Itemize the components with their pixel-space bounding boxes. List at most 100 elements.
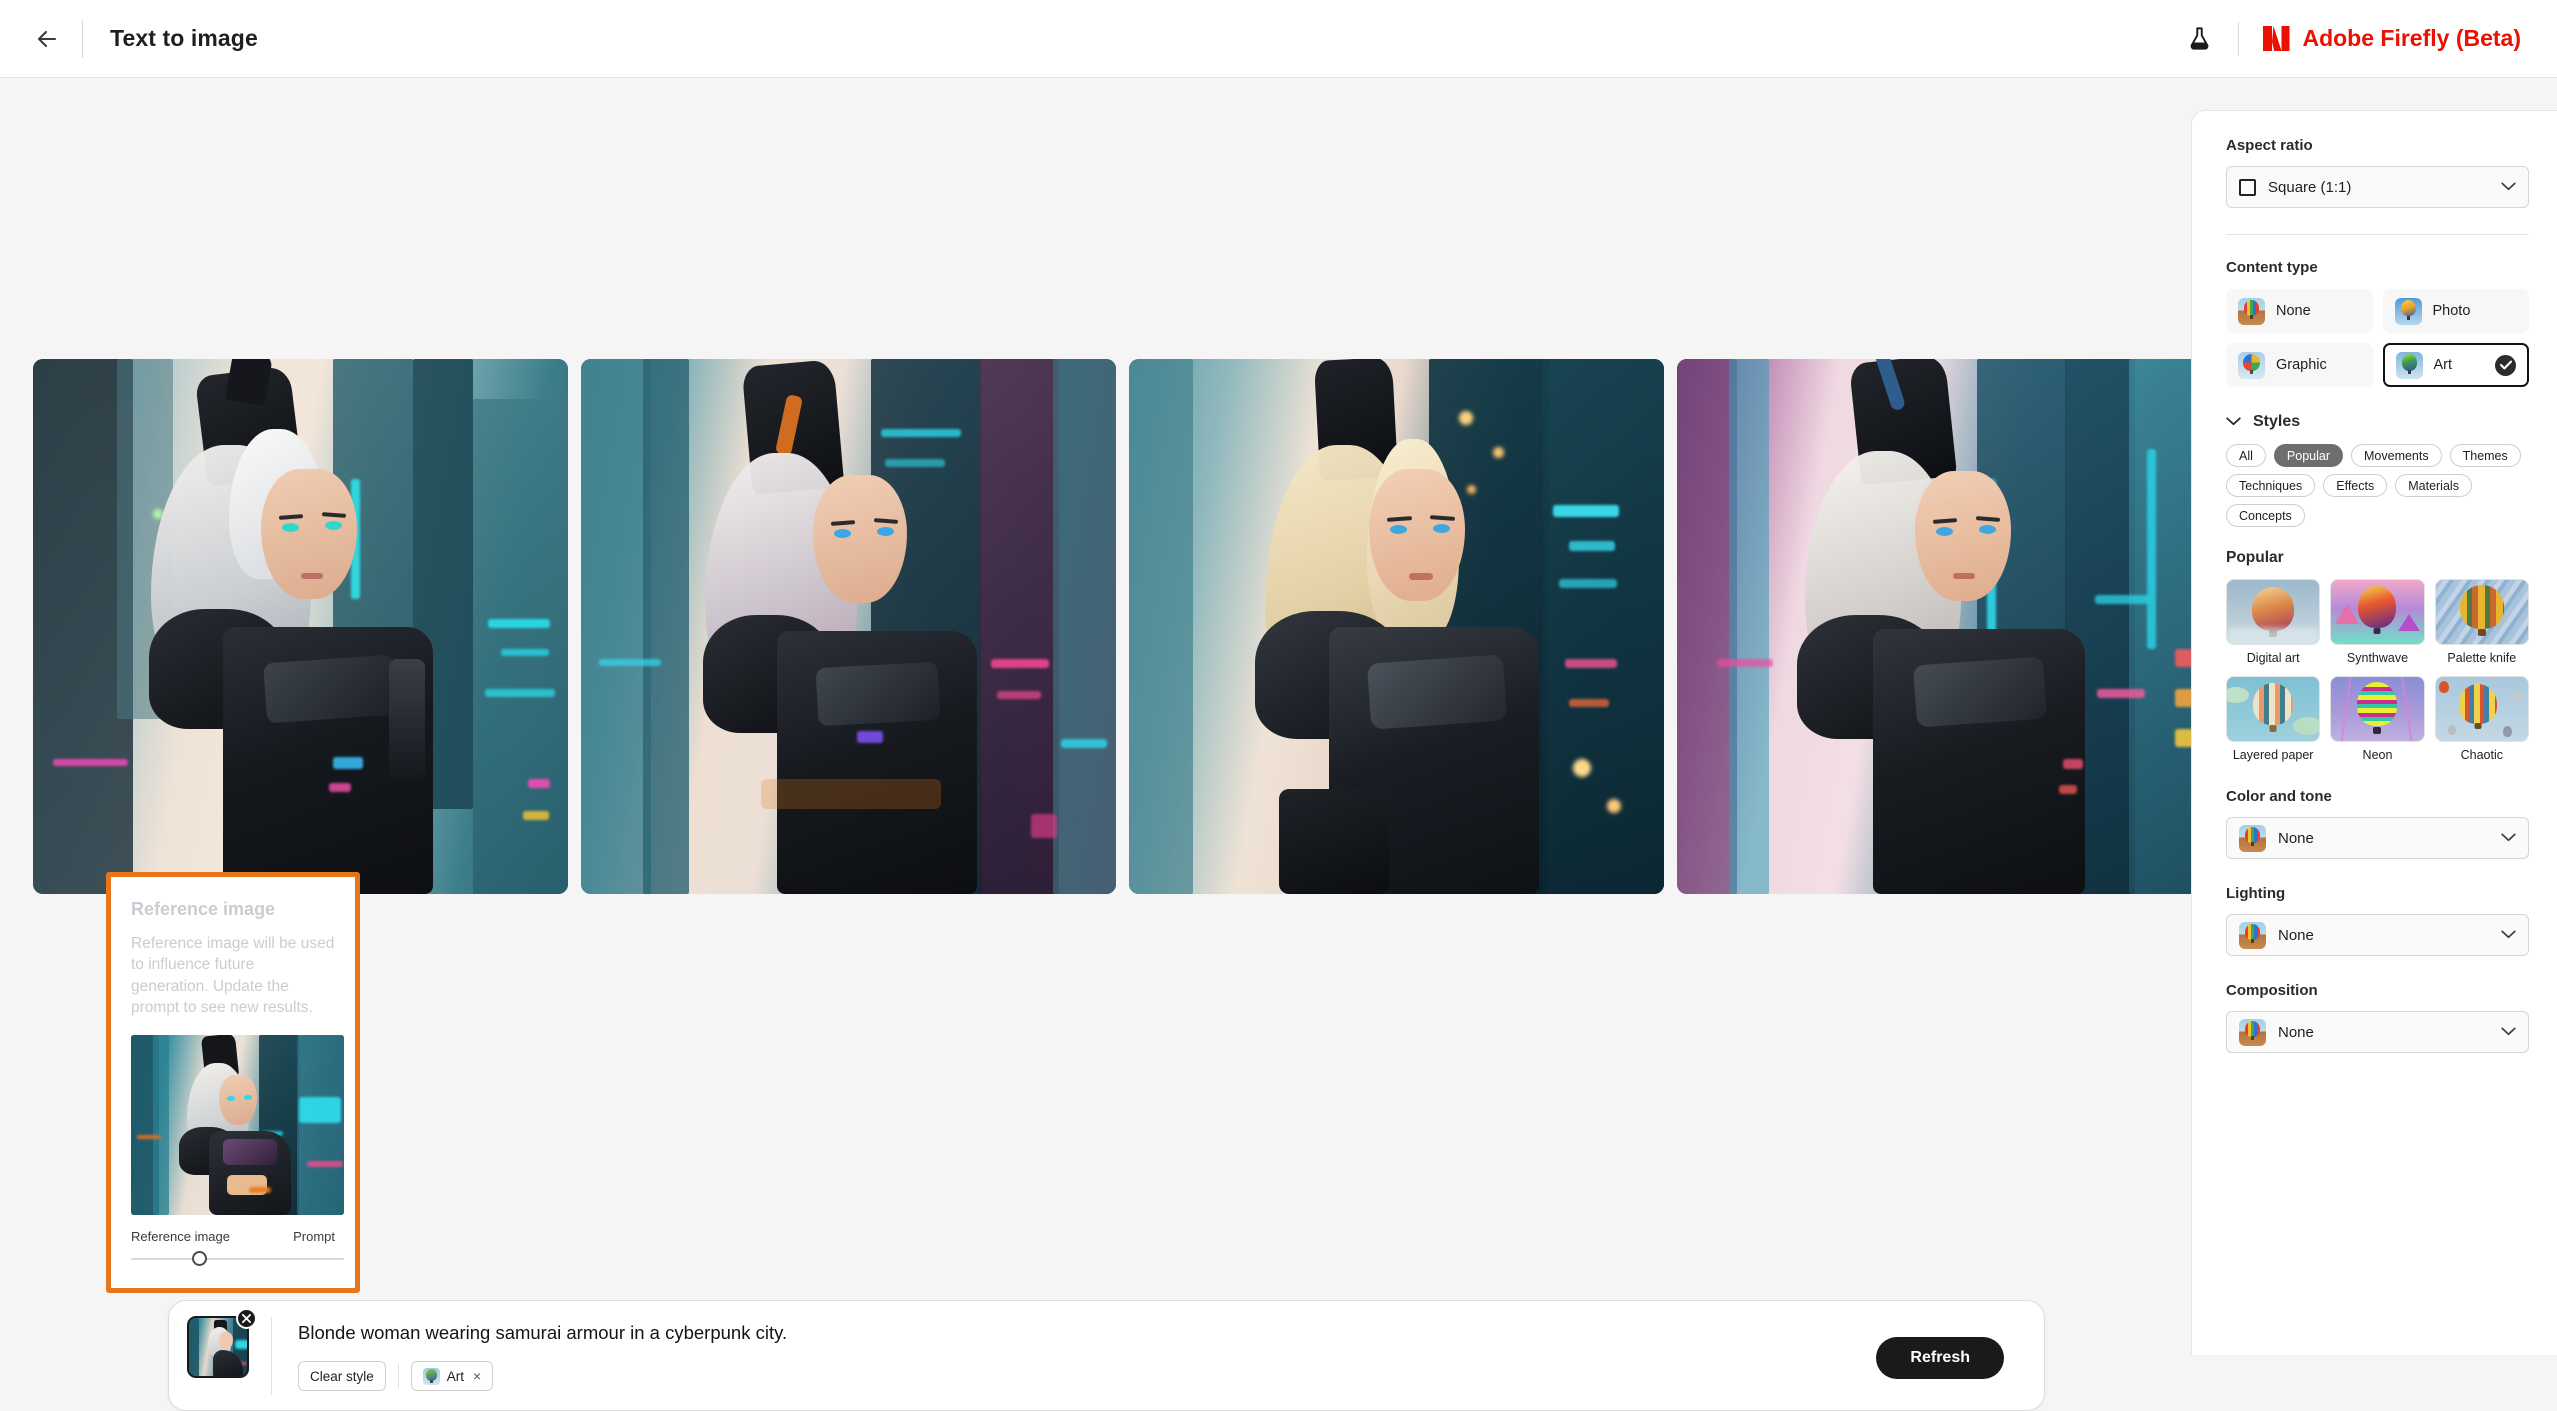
lighting-select[interactable]: None	[2226, 914, 2529, 956]
result-image-2[interactable]	[581, 359, 1116, 894]
close-icon	[242, 1314, 251, 1323]
style-filter-materials[interactable]: Materials	[2395, 474, 2472, 497]
panel-divider	[2226, 234, 2529, 235]
style-label: Palette knife	[2447, 651, 2517, 665]
styles-section: Styles All Popular Movements Themes Tech…	[2226, 413, 2529, 762]
chevron-down-icon	[2501, 1023, 2516, 1041]
aspect-ratio-label: Aspect ratio	[2226, 137, 2313, 154]
content-type-graphic[interactable]: Graphic	[2226, 343, 2373, 387]
slider-label-right: Prompt	[293, 1228, 335, 1244]
style-filter-popular[interactable]: Popular	[2273, 444, 2343, 467]
toolbar-divider	[82, 19, 83, 58]
remove-reference-button[interactable]	[236, 1308, 257, 1329]
aspect-ratio-select[interactable]: Square (1:1)	[2226, 166, 2529, 208]
generated-artwork	[1677, 359, 2212, 894]
content-type-label: Content type	[2226, 259, 2318, 276]
style-synthwave[interactable]: Synthwave	[2330, 579, 2425, 665]
style-thumbnail	[2226, 579, 2321, 645]
check-circle-icon	[2495, 354, 2516, 376]
adobe-logo-icon	[2263, 26, 2290, 51]
clear-style-label: Clear style	[310, 1368, 374, 1384]
style-filter-concepts[interactable]: Concepts	[2226, 504, 2305, 527]
color-and-tone-select[interactable]: None	[2226, 817, 2529, 859]
slider-handle[interactable]	[192, 1250, 208, 1266]
balloon-icon	[2238, 297, 2265, 325]
balloon-icon	[2394, 297, 2422, 325]
generated-artwork	[33, 359, 568, 894]
style-neon[interactable]: Neon	[2330, 676, 2425, 762]
style-digital-art[interactable]: Digital art	[2226, 579, 2321, 665]
content-type-grid: None Photo Graphic Art	[2226, 289, 2529, 387]
reference-image-thumbnail[interactable]	[131, 1034, 344, 1215]
style-palette-knife[interactable]: Palette knife	[2434, 579, 2529, 665]
content-type-graphic-label: Graphic	[2276, 357, 2327, 373]
chip-divider	[397, 1364, 399, 1388]
style-thumbnail	[2434, 579, 2529, 645]
lighting-value: None	[2278, 926, 2314, 944]
chevron-down-icon	[2501, 926, 2516, 944]
style-filter-effects[interactable]: Effects	[2323, 474, 2388, 497]
top-bar-right: Adobe Firefly (Beta)	[2178, 18, 2521, 60]
result-image-4[interactable]	[1677, 359, 2212, 894]
style-thumbnail	[2434, 676, 2529, 742]
lighting-label: Lighting	[2226, 885, 2286, 902]
square-icon	[2239, 178, 2256, 196]
generated-artwork	[581, 359, 1116, 894]
style-chaotic[interactable]: Chaotic	[2434, 676, 2529, 762]
content-type-photo[interactable]: Photo	[2382, 289, 2529, 333]
brand-name: Adobe Firefly (Beta)	[2302, 25, 2521, 51]
style-filter-pills: All Popular Movements Themes Techniques …	[2226, 444, 2529, 527]
style-chip-label: Art	[446, 1368, 465, 1384]
beaker-button[interactable]	[2178, 18, 2220, 60]
reference-strength-slider[interactable]	[131, 1250, 344, 1266]
reference-popover-description: Reference image will be used to influenc…	[131, 935, 335, 1017]
style-chip-remove-icon[interactable]: ×	[473, 1368, 481, 1384]
chevron-down-icon	[2226, 413, 2241, 431]
composition-select[interactable]: None	[2226, 1011, 2529, 1053]
prompt-main: Blonde woman wearing samurai armour in a…	[272, 1301, 1876, 1391]
back-button[interactable]	[24, 16, 70, 62]
slider-label-left: Reference image	[131, 1228, 230, 1244]
lighting-section: Lighting None	[2226, 885, 2529, 956]
result-image-1[interactable]	[33, 359, 568, 894]
chevron-down-icon	[2501, 829, 2516, 847]
clear-style-button[interactable]: Clear style	[298, 1361, 386, 1391]
styles-collapse-toggle[interactable]: Styles	[2226, 413, 2529, 431]
style-label: Digital art	[2246, 651, 2300, 665]
styles-label: Styles	[2253, 413, 2301, 430]
prompt-input[interactable]: Blonde woman wearing samurai armour in a…	[298, 1322, 1876, 1344]
results-grid	[33, 359, 2212, 894]
style-filter-movements[interactable]: Movements	[2351, 444, 2442, 467]
style-filter-techniques[interactable]: Techniques	[2226, 474, 2316, 497]
beaker-icon	[2190, 27, 2209, 50]
style-filter-all[interactable]: All	[2226, 444, 2266, 467]
balloon-icon	[2239, 824, 2266, 852]
content-type-art-label: Art	[2433, 357, 2453, 373]
settings-panel: Aspect ratio Square (1:1) Content type N…	[2191, 110, 2557, 1355]
content-type-art[interactable]: Art	[2382, 343, 2529, 387]
style-layered-paper[interactable]: Layered paper	[2226, 676, 2321, 762]
result-image-3[interactable]	[1129, 359, 1664, 894]
style-chip-art[interactable]: Art ×	[410, 1361, 494, 1391]
refresh-button[interactable]: Refresh	[1876, 1337, 2004, 1379]
generated-artwork	[1129, 359, 1664, 894]
content-type-none[interactable]: None	[2226, 289, 2373, 333]
aspect-ratio-value: Square (1:1)	[2268, 178, 2352, 196]
content-type-photo-label: Photo	[2432, 303, 2471, 319]
prompt-bar: Blonde woman wearing samurai armour in a…	[168, 1300, 2045, 1411]
brand-link[interactable]: Adobe Firefly (Beta)	[2261, 25, 2521, 52]
page-title: Text to image	[110, 25, 258, 51]
reference-slider-labels: Reference image Prompt	[131, 1229, 335, 1244]
style-group-label: Popular	[2226, 549, 2284, 566]
brand-divider	[2238, 21, 2240, 56]
results-canvas: Reference image Reference image will be …	[0, 78, 2212, 1411]
balloon-icon	[2239, 921, 2266, 949]
prompt-reference-thumb-wrap	[187, 1308, 257, 1378]
chevron-down-icon	[2501, 178, 2516, 196]
style-label: Neon	[2362, 748, 2393, 762]
style-thumbnail	[2330, 676, 2425, 742]
settings-panel-inner: Aspect ratio Square (1:1) Content type N…	[2192, 111, 2557, 1053]
style-filter-themes[interactable]: Themes	[2449, 444, 2521, 467]
style-thumbnail-grid: Digital art Synthwave Palette knife Laye…	[2226, 579, 2529, 762]
composition-value: None	[2278, 1023, 2314, 1041]
